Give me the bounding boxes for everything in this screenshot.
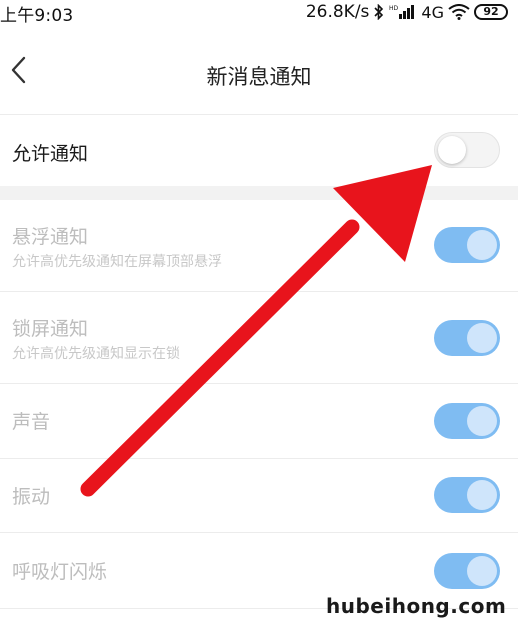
setting-subtitle: 允许高优先级通知在屏幕顶部悬浮 bbox=[12, 254, 222, 270]
section-divider bbox=[0, 186, 518, 200]
breathing-light-toggle[interactable] bbox=[434, 553, 500, 589]
toggle-knob bbox=[467, 323, 497, 353]
allow-notification-row[interactable]: 允许通知 bbox=[0, 114, 518, 187]
lockscreen-notification-toggle[interactable] bbox=[434, 320, 500, 356]
toggle-knob bbox=[467, 480, 497, 510]
network-type: 4G bbox=[421, 2, 444, 22]
setting-subtitle: 允许高优先级通知显示在锁 bbox=[12, 346, 180, 362]
toggle-knob bbox=[438, 136, 466, 164]
setting-title: 声音 bbox=[12, 411, 51, 433]
setting-title: 振动 bbox=[12, 486, 51, 508]
sound-toggle[interactable] bbox=[434, 403, 500, 439]
setting-row-lockscreen[interactable]: 锁屏通知 允许高优先级通知显示在锁 bbox=[0, 292, 518, 384]
setting-title: 锁屏通知 bbox=[12, 318, 89, 340]
header: 新消息通知 bbox=[0, 24, 518, 114]
toggle-knob bbox=[467, 406, 497, 436]
setting-title: 呼吸灯闪烁 bbox=[12, 561, 108, 583]
status-indicators: 26.8K/s HD 4G 92 bbox=[306, 1, 508, 23]
allow-notification-label: 允许通知 bbox=[12, 143, 89, 165]
toggle-knob bbox=[467, 230, 497, 260]
battery-level: 92 bbox=[474, 4, 508, 20]
page-title: 新消息通知 bbox=[206, 65, 312, 89]
setting-row-floating[interactable]: 悬浮通知 允许高优先级通知在屏幕顶部悬浮 bbox=[0, 200, 518, 292]
setting-row-sound[interactable]: 声音 bbox=[0, 384, 518, 459]
bluetooth-icon bbox=[374, 4, 384, 20]
allow-notification-toggle[interactable] bbox=[434, 132, 500, 168]
setting-row-vibrate[interactable]: 振动 bbox=[0, 459, 518, 533]
wifi-icon bbox=[448, 4, 470, 20]
notification-settings-list: 悬浮通知 允许高优先级通知在屏幕顶部悬浮 锁屏通知 允许高优先级通知显示在锁 声… bbox=[0, 200, 518, 609]
watermark: hubeihong.com bbox=[326, 594, 507, 618]
network-speed: 26.8K/s bbox=[305, 2, 370, 22]
toggle-knob bbox=[467, 556, 497, 586]
floating-notification-toggle[interactable] bbox=[434, 227, 500, 263]
status-bar: 上午9:03 26.8K/s HD 4G 92 bbox=[0, 0, 518, 26]
battery-icon: 92 bbox=[474, 4, 508, 20]
vibrate-toggle[interactable] bbox=[434, 477, 500, 513]
signal-icon: HD bbox=[389, 5, 415, 19]
status-time: 上午9:03 bbox=[0, 6, 74, 26]
setting-title: 悬浮通知 bbox=[12, 226, 89, 248]
svg-text:HD: HD bbox=[389, 5, 399, 12]
